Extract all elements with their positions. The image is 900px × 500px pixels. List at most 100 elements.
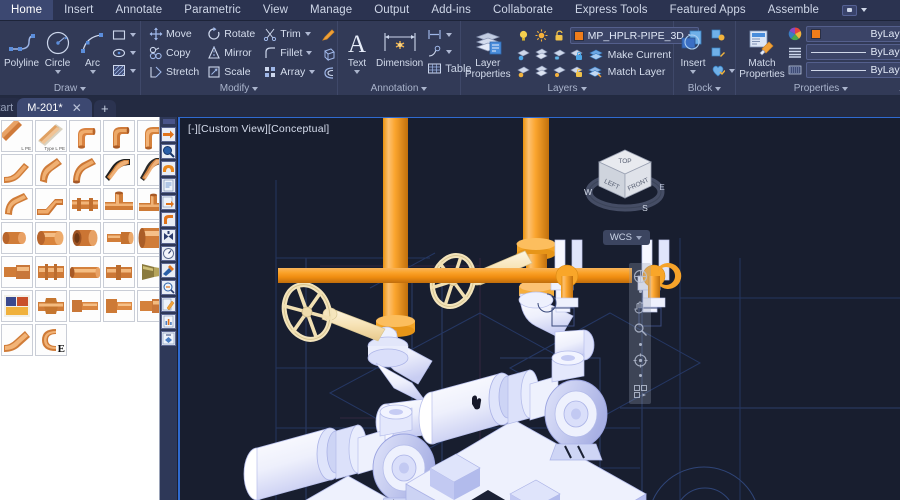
match-properties-button[interactable]: Match Properties (739, 25, 785, 80)
navigation-bar[interactable] (629, 263, 651, 404)
lineweight-combo[interactable]: ByLayer (806, 62, 900, 78)
explode-icon[interactable] (321, 46, 336, 61)
panel-title-layers[interactable]: Layers (465, 82, 669, 95)
ribbon-tab-addins[interactable]: Add-ins (420, 0, 482, 20)
circle-dropdown-icon[interactable] (54, 70, 61, 74)
palette-item-adapter-a[interactable] (1, 256, 33, 288)
color-combo[interactable]: ByLayer (806, 26, 900, 42)
layer-isolate-icon[interactable] (516, 47, 531, 62)
pan-hand-icon[interactable] (632, 299, 648, 315)
rectangle-button[interactable] (111, 27, 136, 42)
viewport-label[interactable]: [-][Custom View][Conceptual] (188, 123, 329, 135)
panel-title-draw[interactable]: Draw (4, 82, 136, 95)
layer-properties-button[interactable]: Layer Properties (465, 25, 511, 80)
lineweight-icon[interactable] (787, 63, 802, 78)
block-favorite-button[interactable] (710, 63, 735, 78)
zoom-extents-icon[interactable] (632, 321, 648, 337)
linetype-combo[interactable]: ByLayer (806, 44, 900, 60)
palette-item-valve-icon-a[interactable] (1, 290, 33, 322)
palette-item-coupling-b[interactable] (69, 256, 101, 288)
circle-button[interactable]: Circle (41, 25, 74, 74)
inspect-icon[interactable] (161, 280, 176, 295)
elbow-fitting-icon[interactable] (161, 212, 176, 227)
ribbon-tab-manage[interactable]: Manage (299, 0, 363, 20)
palette-item-elbow-45-a[interactable] (1, 154, 33, 186)
ribbon-tab-express-tools[interactable]: Express Tools (564, 0, 659, 20)
viewcube[interactable]: N W E S TOP LEFT FRONT (582, 140, 668, 226)
arc-button[interactable]: Arc (76, 25, 109, 74)
lightbulb-on-icon[interactable] (516, 28, 531, 43)
unlock-icon[interactable] (552, 28, 567, 43)
rotate-button[interactable]: Rotate (203, 25, 258, 43)
palette-item-reducer-a[interactable] (103, 222, 135, 254)
layer-off-icon[interactable] (516, 64, 531, 79)
layer-thaw-icon[interactable] (552, 64, 567, 79)
palette-item-elbow-street-b[interactable] (137, 154, 159, 186)
palette-item-adapter-b[interactable] (35, 256, 67, 288)
ribbon-tab-view[interactable]: View (252, 0, 299, 20)
palette-item-coupling-c[interactable] (103, 256, 135, 288)
palette-item-elbow-45-b[interactable] (35, 154, 67, 186)
palette-item-cap-c[interactable] (69, 222, 101, 254)
hatch-dropdown-icon[interactable] (130, 68, 136, 73)
palette-item-bend-45-a[interactable] (35, 188, 67, 220)
trim-button[interactable]: Trim (259, 25, 318, 43)
stretch-button[interactable]: Stretch (145, 63, 202, 81)
block-favorite-dropdown-icon[interactable] (729, 68, 735, 73)
palette-item-elbow-street-a[interactable] (103, 154, 135, 186)
palette-item-coupling-a[interactable] (69, 188, 101, 220)
erase-pencil-icon[interactable] (321, 27, 336, 42)
showmotion-icon[interactable] (632, 383, 648, 399)
panel-title-block[interactable]: Block (678, 82, 731, 95)
palette-item-pipe-type-l-pe-a[interactable]: L PE (1, 120, 33, 152)
gauge-icon[interactable] (161, 246, 176, 261)
palette-item-elbow-90-b[interactable] (103, 120, 135, 152)
array-dropdown-icon[interactable] (309, 70, 316, 74)
drawing-viewport[interactable]: [-][Custom View][Conceptual] N W E S (178, 117, 900, 500)
palette-item-pipe-type-l-pe-b[interactable]: Type L PE (35, 120, 67, 152)
palette-item-tee-a[interactable] (103, 188, 135, 220)
palette-item-union-a[interactable] (35, 290, 67, 322)
rectangle-dropdown-icon[interactable] (130, 32, 136, 37)
panel-title-modify[interactable]: Modify (145, 82, 333, 95)
toolbar-grip[interactable] (162, 119, 175, 124)
palette-item-cap-b[interactable] (35, 222, 67, 254)
hatch-button[interactable] (111, 63, 136, 78)
layer-lock-icon[interactable] (570, 47, 585, 62)
new-tab-button[interactable]: + (93, 100, 116, 117)
palette-item-adapter-e[interactable] (137, 290, 159, 322)
palette-item-tee-b[interactable] (137, 188, 159, 220)
panel-toggle-icon[interactable] (842, 4, 858, 16)
leader-dropdown-icon[interactable] (446, 49, 453, 54)
ribbon-tab-parametric[interactable]: Parametric (173, 0, 252, 20)
layer-unlock-icon[interactable] (570, 64, 585, 79)
ribbon-tab-home[interactable]: Home (0, 0, 54, 20)
orbit-icon[interactable] (632, 352, 648, 368)
ribbon-tab-output[interactable]: Output (363, 0, 420, 20)
palette-item-elbow-last[interactable] (1, 324, 33, 356)
ribbon-tab-collaborate[interactable]: Collaborate (482, 0, 564, 20)
color-wheel-icon[interactable] (787, 27, 802, 42)
palette-item-elbow-90-a[interactable] (69, 120, 101, 152)
panel-title-annotation[interactable]: Annotation (342, 82, 456, 95)
steering-wheel-icon[interactable] (632, 268, 648, 284)
text-button[interactable]: A Text (342, 25, 372, 74)
layer-freeze-icon[interactable] (552, 47, 567, 62)
ribbon-tab-insert[interactable]: Insert (53, 0, 104, 20)
ribbon-tab-assemble[interactable]: Assemble (757, 0, 830, 20)
move-button[interactable]: Move (145, 25, 202, 43)
report-icon[interactable] (161, 314, 176, 329)
text-dropdown-icon[interactable] (354, 70, 360, 74)
edit-block-icon[interactable] (710, 27, 725, 42)
palette-item-elbow-c-shape[interactable]: E (35, 324, 67, 356)
palette-item-adapter-c[interactable] (69, 290, 101, 322)
ellipse-button[interactable] (111, 45, 136, 60)
array-button[interactable]: Array (259, 63, 318, 81)
close-icon[interactable]: ✕ (72, 102, 82, 114)
trim-dropdown-icon[interactable] (304, 32, 311, 36)
arc-dropdown-icon[interactable] (89, 70, 96, 74)
pipe-icon[interactable] (161, 161, 176, 176)
ribbon-overflow-group[interactable] (836, 0, 873, 20)
sun-freeze-icon[interactable] (534, 28, 549, 43)
scale-button[interactable]: Scale (203, 63, 258, 81)
